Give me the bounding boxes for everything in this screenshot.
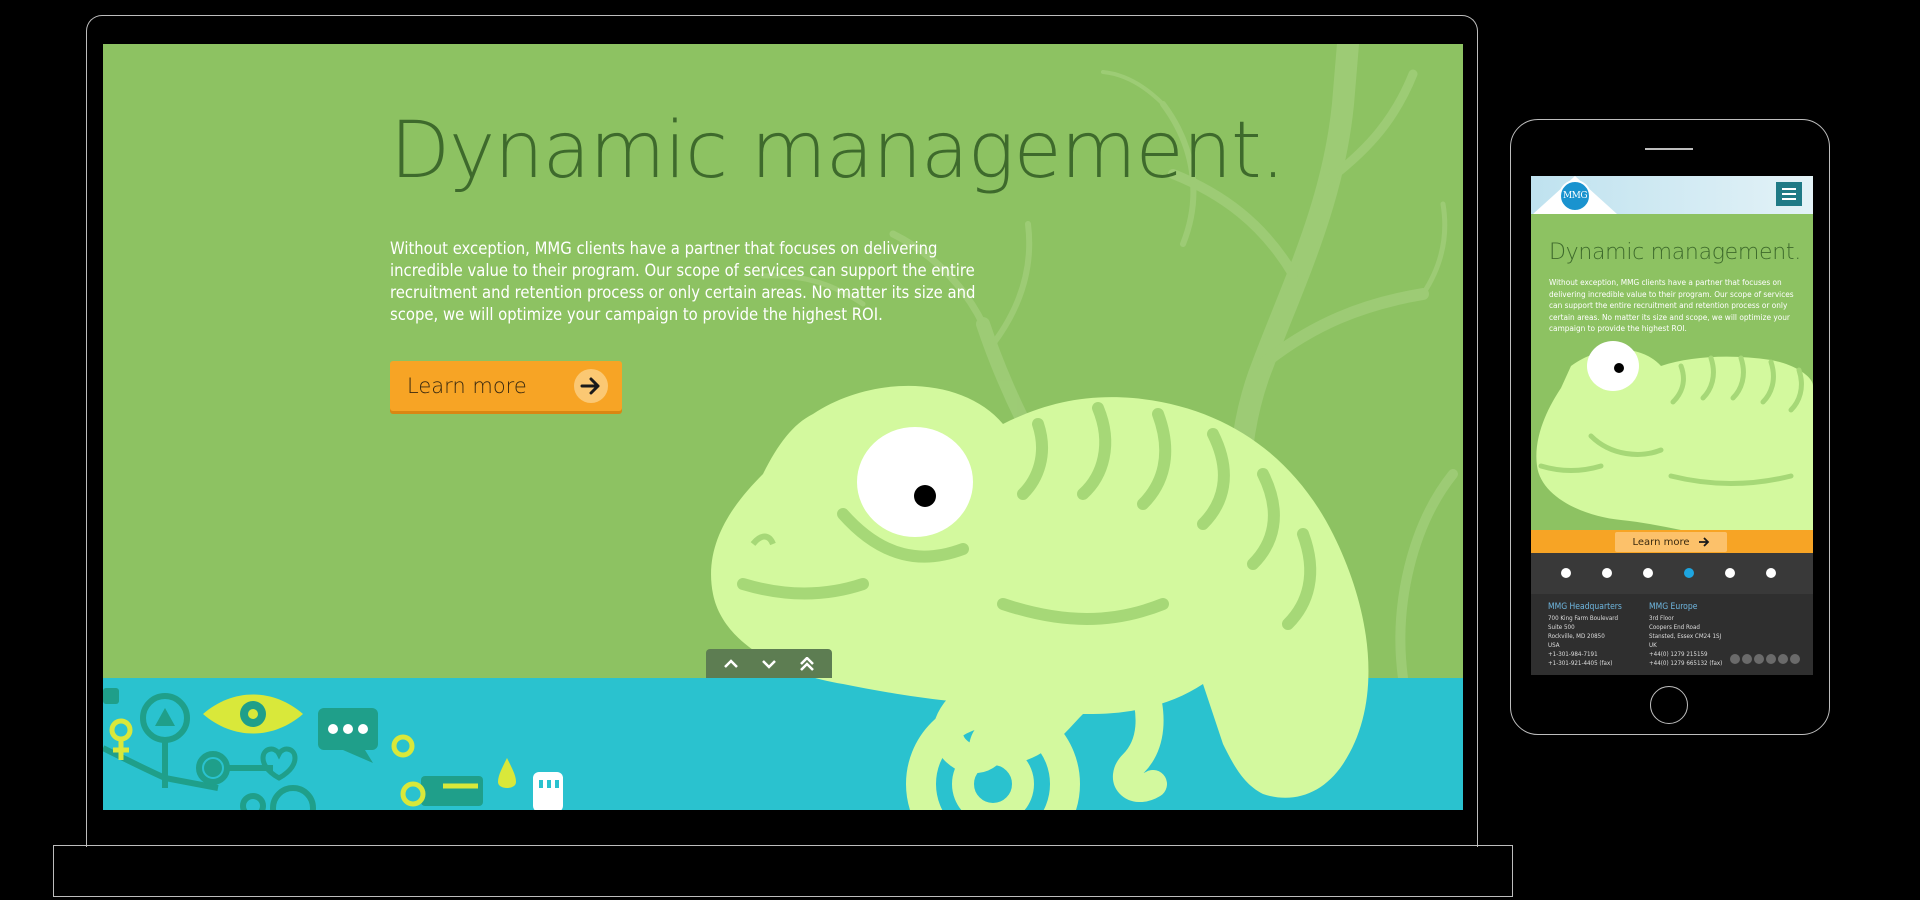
hq-fax: +1-301-921-4405 (fax) xyxy=(1548,660,1613,667)
arrow-right-icon xyxy=(1698,537,1709,547)
laptop-base xyxy=(53,845,1513,897)
desktop-website: Dynamic management. Without exception, M… xyxy=(103,44,1463,810)
europe-fax: +44(0) 1279 665132 (fax) xyxy=(1649,660,1723,667)
europe-line: 3rd Floor xyxy=(1649,615,1674,622)
learn-more-button[interactable]: Learn more xyxy=(390,361,622,411)
slide-navigation xyxy=(706,649,832,678)
google-plus-icon[interactable] xyxy=(1754,654,1764,664)
hq-heading: MMG Headquarters xyxy=(1548,602,1622,612)
pagination-dot-5[interactable] xyxy=(1725,568,1735,578)
phone-speaker xyxy=(1645,148,1693,150)
chameleon-illustration xyxy=(711,385,1369,810)
social-links xyxy=(1730,654,1800,664)
hero-title: Dynamic management. xyxy=(390,106,1285,196)
pagination-dot-4-active[interactable] xyxy=(1684,568,1694,578)
email-icon[interactable] xyxy=(1790,654,1800,664)
twitter-icon[interactable] xyxy=(1742,654,1752,664)
double-chevron-up-icon[interactable] xyxy=(794,653,820,675)
europe-line: UK xyxy=(1649,642,1657,649)
hq-address: MMG Headquarters 700 King Farm Boulevard… xyxy=(1548,602,1622,668)
chevron-down-icon[interactable] xyxy=(756,653,782,675)
pagination-dot-2[interactable] xyxy=(1602,568,1612,578)
pagination-dot-6[interactable] xyxy=(1766,568,1776,578)
slide-pagination xyxy=(1531,553,1813,594)
mmg-logo[interactable]: MMG xyxy=(1559,180,1591,212)
pagination-dot-3[interactable] xyxy=(1643,568,1653,578)
hq-line: USA xyxy=(1548,642,1560,649)
europe-line: Coopers End Road xyxy=(1649,624,1700,631)
mobile-learn-more-label: Learn more xyxy=(1632,536,1690,548)
linkedin-icon[interactable] xyxy=(1766,654,1776,664)
pinterest-icon[interactable] xyxy=(1778,654,1788,664)
learn-more-label: Learn more xyxy=(407,374,527,398)
mobile-learn-more-button[interactable]: Learn more xyxy=(1615,532,1727,552)
hq-phone: +1-301-984-7191 xyxy=(1548,651,1598,658)
hq-line: 700 King Farm Boulevard xyxy=(1548,615,1618,622)
mobile-footer: MMG Headquarters 700 King Farm Boulevard… xyxy=(1531,594,1813,675)
pagination-dot-1[interactable] xyxy=(1561,568,1571,578)
mobile-chameleon-illustration xyxy=(1536,341,1813,530)
europe-heading: MMG Europe xyxy=(1649,602,1698,612)
facebook-icon[interactable] xyxy=(1730,654,1740,664)
hq-line: Rockville, MD 20850 xyxy=(1548,633,1605,640)
hero-description: Without exception, MMG clients have a pa… xyxy=(390,239,976,324)
chevron-up-icon[interactable] xyxy=(718,653,744,675)
hamburger-menu-icon[interactable] xyxy=(1776,182,1802,206)
mobile-header: MMG xyxy=(1531,176,1813,214)
mobile-website: MMG Dynamic management. Without exceptio… xyxy=(1531,176,1813,675)
hq-line: Suite 500 xyxy=(1548,624,1575,631)
europe-address: MMG Europe 3rd Floor Coopers End Road St… xyxy=(1649,602,1722,668)
europe-line: Stansted, Essex CM24 1SJ xyxy=(1649,633,1722,640)
healthcare-icons-illustration xyxy=(103,688,563,810)
mobile-hero-title: Dynamic management. xyxy=(1549,240,1801,265)
europe-phone: +44(0) 1279 215159 xyxy=(1649,651,1708,658)
arrow-right-icon xyxy=(574,369,608,403)
phone-home-button xyxy=(1650,686,1688,724)
